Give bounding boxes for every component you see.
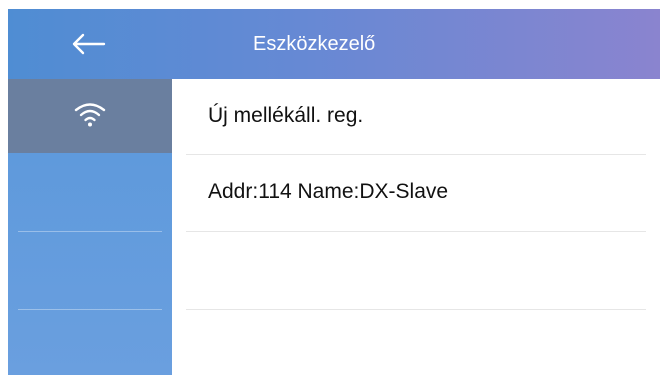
list-item-label: Új mellékáll. reg. [208, 104, 364, 127]
back-button[interactable] [8, 9, 168, 79]
sidebar-item-wifi[interactable] [8, 79, 172, 153]
sidebar [8, 79, 172, 375]
sidebar-item-4[interactable] [8, 310, 172, 383]
list-item-empty[interactable] [172, 310, 660, 383]
page-title: Eszközkezelő [253, 33, 376, 55]
list-item-device[interactable]: Addr:114 Name:DX-Slave [172, 155, 660, 231]
sidebar-item-3[interactable] [8, 232, 172, 306]
wifi-icon [73, 100, 107, 133]
device-manager-screen: Eszközkezelő Új mellékáll. reg. Addr:114… [0, 0, 668, 383]
arrow-left-icon [70, 32, 106, 56]
sidebar-item-2[interactable] [8, 153, 172, 227]
list-item-label: Addr:114 Name:DX-Slave [208, 180, 449, 203]
device-list: Új mellékáll. reg. Addr:114 Name:DX-Slav… [172, 79, 660, 375]
list-item-new-extension-registration[interactable]: Új mellékáll. reg. [172, 79, 660, 155]
list-item-empty[interactable] [172, 232, 660, 308]
header-bar: Eszközkezelő [8, 9, 660, 79]
